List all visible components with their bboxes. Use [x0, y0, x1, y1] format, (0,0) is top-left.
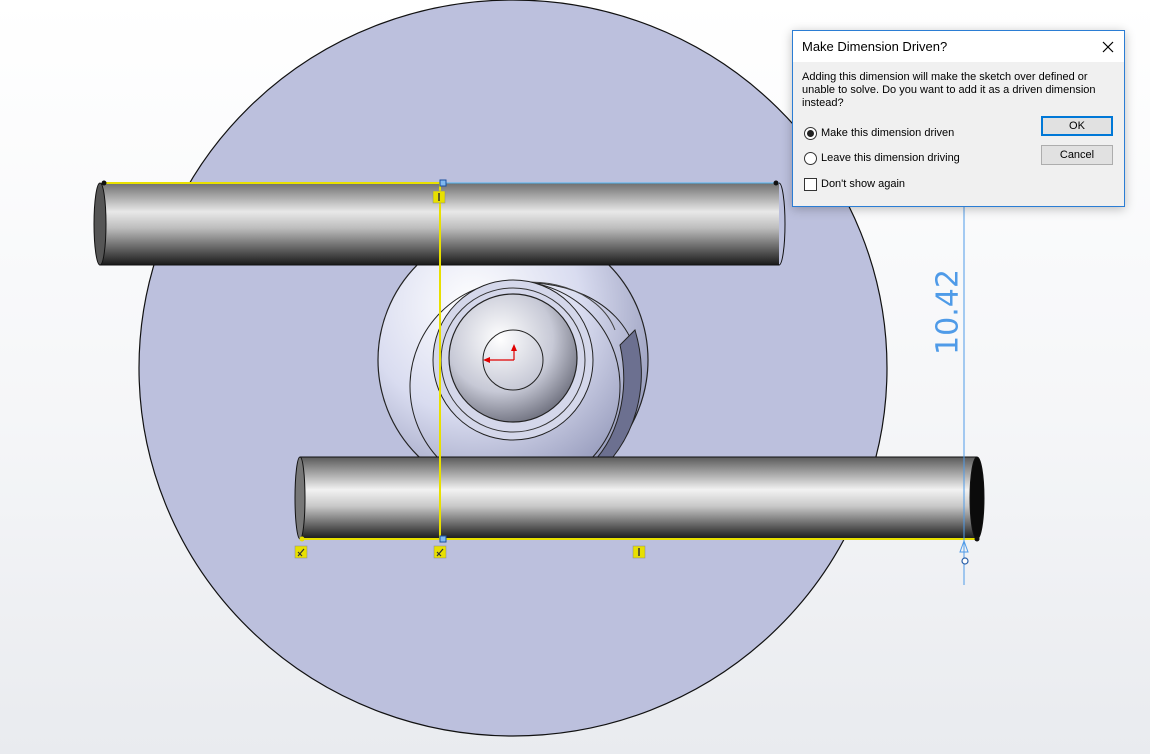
- make-driven-option[interactable]: Make this dimension driven: [804, 125, 954, 141]
- dialog-title: Make Dimension Driven?: [802, 39, 948, 54]
- dont-show-checkbox[interactable]: [804, 177, 817, 191]
- hub-sphere[interactable]: [448, 293, 578, 423]
- make-driven-radio[interactable]: [804, 126, 817, 140]
- close-icon: [1102, 41, 1114, 52]
- dialog-message: Adding this dimension will make the sket…: [802, 71, 1096, 109]
- leave-driving-radio[interactable]: [804, 151, 817, 165]
- ok-button[interactable]: OK: [1041, 116, 1113, 136]
- graphics-viewport[interactable]: 10.42 Make Dimension Driven? Adding this…: [0, 0, 1150, 754]
- make-dimension-driven-dialog: Make Dimension Driven? Adding this dimen…: [792, 30, 1125, 207]
- coincident-relation-icon[interactable]: [433, 545, 447, 559]
- bottom-cylinder[interactable]: [294, 456, 985, 540]
- dont-show-option[interactable]: Don't show again: [804, 176, 905, 192]
- horizontal-relation-icon[interactable]: [632, 545, 646, 559]
- dialog-titlebar[interactable]: Make Dimension Driven?: [793, 31, 1124, 62]
- coincident-relation-icon[interactable]: [294, 545, 308, 559]
- cancel-button[interactable]: Cancel: [1041, 145, 1113, 165]
- dont-show-label: Don't show again: [821, 178, 906, 190]
- vertical-relation-icon[interactable]: [432, 190, 446, 204]
- make-driven-label: Make this dimension driven: [821, 127, 955, 139]
- close-button[interactable]: [1092, 31, 1124, 62]
- leave-driving-label: Leave this dimension driving: [821, 152, 960, 164]
- dimension-value[interactable]: 10.42: [931, 269, 966, 355]
- leave-driving-option[interactable]: Leave this dimension driving: [804, 150, 960, 166]
